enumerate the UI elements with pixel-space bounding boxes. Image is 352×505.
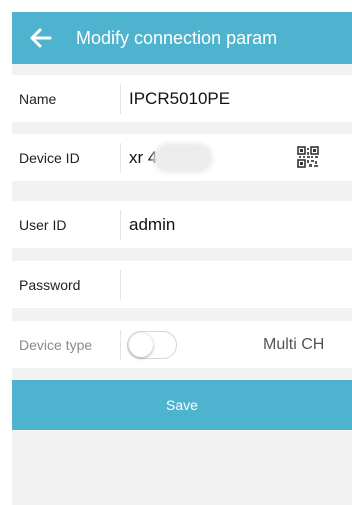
redaction-blur [153,143,213,173]
user-id-field[interactable]: admin [121,201,352,248]
device-id-label: Device ID [19,149,80,166]
name-label: Name [19,90,57,107]
user-id-label: User ID [19,216,67,233]
password-field[interactable] [121,261,352,308]
name-field[interactable]: IPCR5010PE [121,75,352,122]
page-title: Modify connection param [76,27,278,48]
device-id-row: Device ID xr 4dfu [12,134,352,181]
password-row: Password [12,261,352,308]
app-screen: Modify connection param Name IPCR5010PE … [12,12,352,505]
save-button[interactable]: Save [12,380,352,430]
user-id-row: User ID admin [12,201,352,248]
device-type-label: Device type [19,336,93,353]
device-type-row: Device type Multi CH [12,321,352,368]
toggle-knob [129,332,153,357]
header-bar: Modify connection param [12,12,352,64]
device-id-field[interactable]: xr 4dfu [121,134,352,181]
device-type-toggle[interactable] [127,330,177,359]
multi-ch-label: Multi CH [263,335,325,353]
row-divider [120,329,121,360]
name-row: Name IPCR5010PE [12,75,352,122]
arrow-left-icon[interactable] [30,27,52,49]
qr-code-icon[interactable] [297,146,319,173]
password-label: Password [19,276,81,293]
